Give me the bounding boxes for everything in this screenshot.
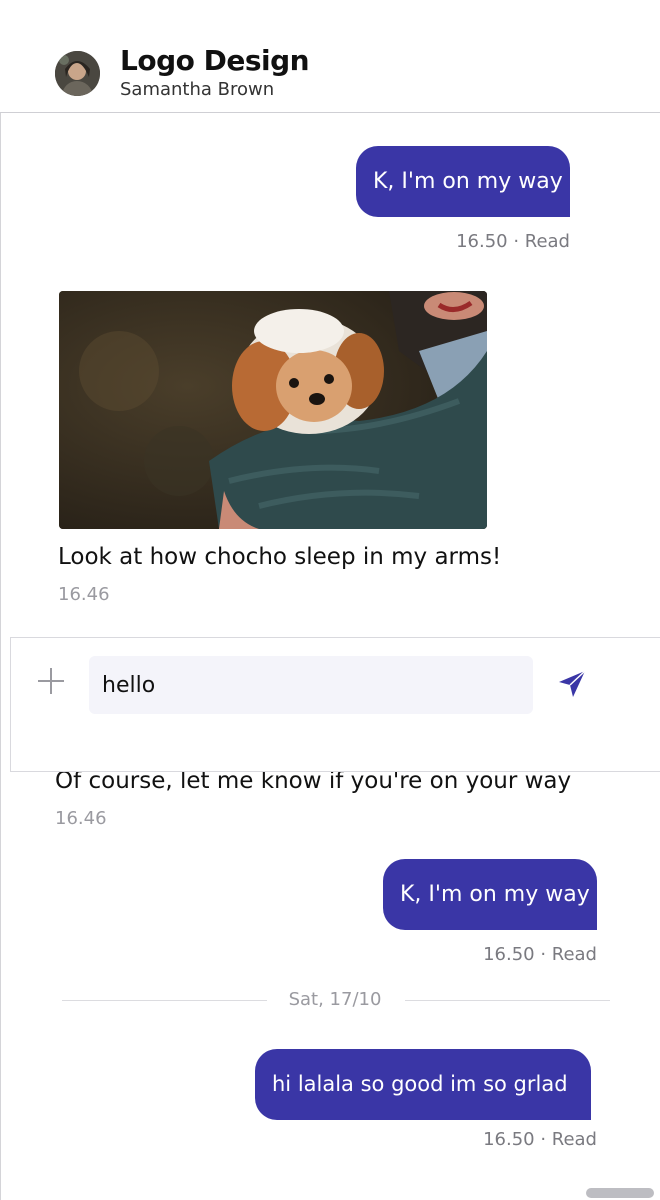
sent-message-bubble[interactable]: hi lalala so good im so grlad <box>255 1049 591 1120</box>
date-divider: Sat, 17/10 <box>288 989 382 1010</box>
scrollbar-handle[interactable] <box>586 1188 654 1198</box>
message-input[interactable] <box>89 656 533 714</box>
message-text: hi lalala so good im so grlad <box>272 1072 568 1096</box>
send-icon[interactable] <box>557 669 587 699</box>
message-text: K, I'm on my way <box>373 169 563 194</box>
shared-photo[interactable] <box>59 291 487 529</box>
sent-message-bubble[interactable]: K, I'm on my way <box>383 859 597 930</box>
message-meta: 16.50 · Read <box>483 1129 597 1150</box>
message-meta: 16.50 · Read <box>483 944 597 965</box>
message-meta: 16.46 <box>58 584 110 605</box>
sent-message-bubble[interactable]: K, I'm on my way <box>356 146 570 217</box>
avatar[interactable] <box>55 51 100 96</box>
date-divider-line <box>405 1000 610 1001</box>
message-meta: 16.46 <box>55 808 107 829</box>
message-meta: 16.50 · Read <box>456 231 570 252</box>
date-divider-line <box>62 1000 267 1001</box>
image-caption: Look at how chocho sleep in my arms! <box>58 544 502 570</box>
message-text: K, I'm on my way <box>400 882 590 907</box>
plus-icon[interactable] <box>38 668 64 694</box>
contact-name: Samantha Brown <box>120 79 275 100</box>
page-title: Logo Design <box>120 44 310 77</box>
message-composer <box>10 637 660 772</box>
chat-header: Logo Design Samantha Brown <box>0 0 660 113</box>
